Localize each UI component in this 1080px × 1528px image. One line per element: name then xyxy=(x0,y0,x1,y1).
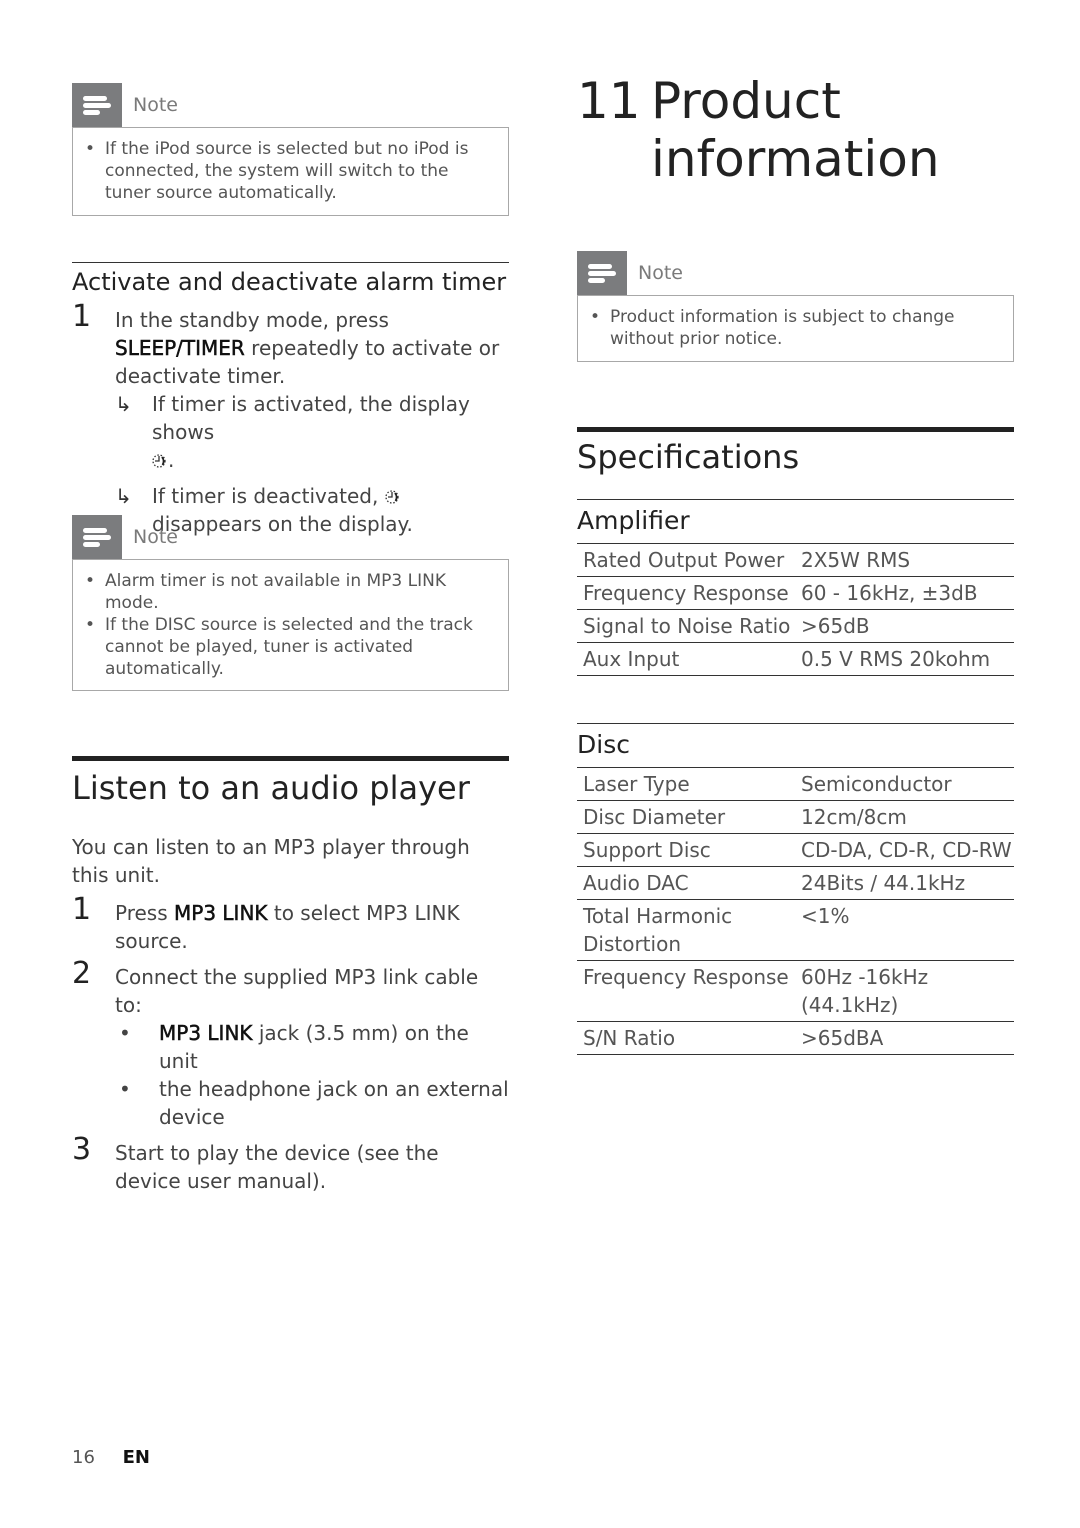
specifications-section: Specifications xyxy=(577,427,1014,476)
alarm-step-1: 1 In the standby mode, press SLEEP/TIMER… xyxy=(72,299,509,538)
spec-row: Frequency Response 60Hz -16kHz (44.1kHz) xyxy=(577,960,1014,1022)
note-icon xyxy=(577,251,627,295)
alarm-section: Activate and deactivate alarm timer 1 In… xyxy=(72,262,509,538)
note-item: If the iPod source is selected but no iP… xyxy=(83,138,494,204)
note-item: If the DISC source is selected and the t… xyxy=(83,614,494,680)
audio-section: Listen to an audio player You can listen… xyxy=(72,756,509,1195)
audio-section-title: Listen to an audio player xyxy=(72,769,470,807)
audio-step-3: 3 Start to play the device (see the devi… xyxy=(72,1132,439,1194)
spec-row: S/N Ratio >65dBA xyxy=(577,1021,1014,1055)
note-label: Note xyxy=(133,526,178,548)
disc-section: Disc Laser Type Semiconductor Disc Diamete… xyxy=(577,723,1014,1055)
spec-row: Audio DAC 24Bits / 44.1kHz xyxy=(577,866,1014,900)
page-number: 16 xyxy=(72,1447,95,1468)
timer-icon xyxy=(385,490,399,504)
step-number: 1 xyxy=(72,299,92,334)
note-label: Note xyxy=(638,262,683,284)
timer-icon xyxy=(152,454,166,468)
spec-label: Laser Type xyxy=(577,767,795,801)
spec-value: 60 - 16kHz, ±3dB xyxy=(795,576,1014,610)
spec-row: Signal to Noise Ratio >65dB xyxy=(577,609,1014,643)
spec-row: Aux Input 0.5 V RMS 20kohm xyxy=(577,642,1014,676)
page-footer: 16 EN xyxy=(72,1447,150,1468)
spec-row: Rated Output Power 2X5W RMS xyxy=(577,543,1014,577)
note-box: Note Product information is subject to c… xyxy=(577,251,1014,362)
spec-label: Disc Diameter xyxy=(577,800,795,834)
chapter-number: 11 xyxy=(577,72,641,130)
spec-value: 2X5W RMS xyxy=(795,543,1014,577)
key-mp3-link: MP3 LINK xyxy=(174,901,268,926)
result-arrow-icon: ↳ xyxy=(115,484,132,508)
bullet-item: • MP3 LINK jack (3.5 mm) on the unit xyxy=(119,1021,469,1073)
spec-value: 0.5 V RMS 20kohm xyxy=(795,642,1014,676)
specifications-title: Specifications xyxy=(577,438,800,476)
audio-step-2: 2 Connect the supplied MP3 link cable to… xyxy=(72,956,509,1130)
language-code: EN xyxy=(122,1447,151,1468)
step-number: 1 xyxy=(72,892,92,927)
section-divider xyxy=(577,427,1014,432)
spec-value: >65dB xyxy=(795,609,1014,643)
section-divider xyxy=(72,756,509,761)
disc-table: Laser Type Semiconductor Disc Diameter 12cm… xyxy=(577,767,1014,1055)
spec-label: Aux Input xyxy=(577,642,795,676)
spec-label: Audio DAC xyxy=(577,866,795,900)
spec-row: Support Disc CD-DA, CD-R, CD-RW xyxy=(577,833,1014,867)
key-mp3-link: MP3 LINK xyxy=(159,1021,253,1046)
spec-value: 12cm/8cm xyxy=(795,800,1014,834)
audio-intro: You can listen to an MP3 player through … xyxy=(72,835,470,887)
audio-step-1: 1 Press MP3 LINK to select MP3 LINK sour… xyxy=(72,892,460,954)
step-number: 2 xyxy=(72,956,92,991)
spec-value: >65dBA xyxy=(795,1021,1014,1055)
spec-row: Frequency Response 60 - 16kHz, ±3dB xyxy=(577,576,1014,610)
spec-row: Laser Type Semiconductor xyxy=(577,767,1014,801)
note-label: Note xyxy=(133,94,178,116)
spec-label: Frequency Response xyxy=(577,576,795,610)
spec-value: 60Hz -16kHz (44.1kHz) xyxy=(795,960,1014,1022)
spec-label: S/N Ratio xyxy=(577,1021,795,1055)
note-icon xyxy=(72,83,122,127)
result-item: ↳ If timer is activated, the display sho… xyxy=(115,392,470,472)
spec-label: Support Disc xyxy=(577,833,795,867)
spec-label: Signal to Noise Ratio xyxy=(577,609,795,643)
spec-label: Total Harmonic Distortion xyxy=(577,899,795,961)
spec-value: <1% xyxy=(795,899,1014,961)
step-number: 3 xyxy=(72,1132,92,1167)
spec-value: CD-DA, CD-R, CD-RW xyxy=(795,833,1014,867)
chapter-title: Product information xyxy=(651,72,940,188)
note-item: Alarm timer is not available in MP3 LINK… xyxy=(83,570,494,614)
spec-value: Semiconductor xyxy=(795,767,1014,801)
spec-label: Rated Output Power xyxy=(577,543,795,577)
spec-row: Disc Diameter 12cm/8cm xyxy=(577,800,1014,834)
key-sleep-timer: SLEEP/TIMER xyxy=(115,336,245,361)
amplifier-title: Amplifier xyxy=(577,506,690,535)
note-box: Note If the iPod source is selected but … xyxy=(72,83,509,216)
note-icon xyxy=(72,515,122,559)
alarm-section-title: Activate and deactivate alarm timer xyxy=(72,268,507,296)
amplifier-section: Amplifier Rated Output Power 2X5W RMS Freq… xyxy=(577,499,1014,676)
spec-row: Total Harmonic Distortion <1% xyxy=(577,899,1014,961)
spec-label: Frequency Response xyxy=(577,960,795,1022)
amplifier-table: Rated Output Power 2X5W RMS Frequency Resp… xyxy=(577,543,1014,676)
section-divider xyxy=(577,723,1014,724)
result-arrow-icon: ↳ xyxy=(115,392,132,416)
section-divider xyxy=(577,499,1014,500)
bullet-item: • the headphone jack on an external devi… xyxy=(119,1077,509,1129)
note-item: Product information is subject to change… xyxy=(588,306,999,350)
section-divider xyxy=(72,262,509,263)
note-box: Note Alarm timer is not available in MP3… xyxy=(72,515,509,691)
spec-value: 24Bits / 44.1kHz xyxy=(795,866,1014,900)
disc-title: Disc xyxy=(577,730,630,759)
